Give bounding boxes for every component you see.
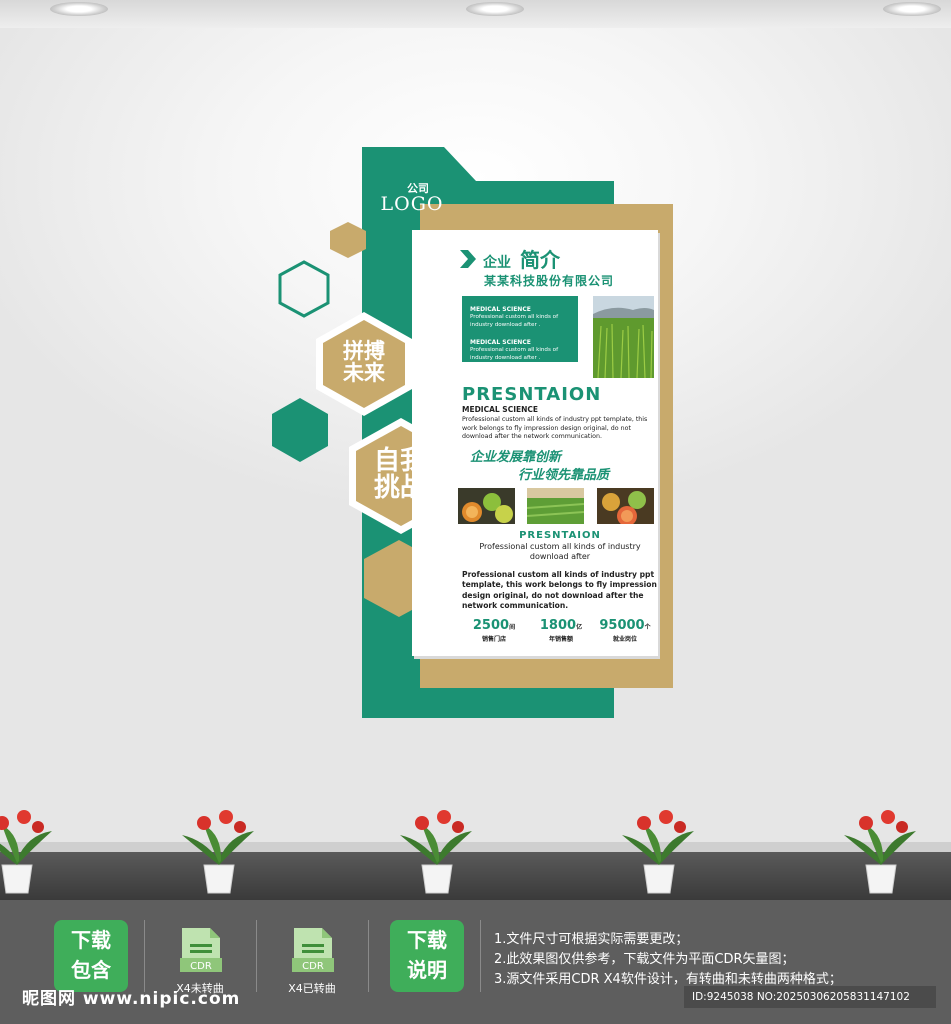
cdr-file-icon[interactable]: CDR	[292, 926, 334, 974]
poster-title-prefix: 企业	[483, 255, 511, 271]
green-field-photo	[527, 488, 584, 524]
stat-stores: 2500间 销售门店	[462, 614, 526, 643]
note-line-1: 1.文件尺寸可根据实际需要更改；	[494, 932, 689, 947]
divider	[256, 920, 257, 992]
poster-title: 简介	[520, 248, 560, 272]
file-label-converted: X4已转曲	[288, 982, 336, 995]
hexagon-outline-shape	[278, 260, 330, 318]
slogan-quality: 行业领先靠品质	[518, 468, 610, 483]
presentation-subheading: PRESNTAION	[519, 530, 601, 541]
download-contents-badge: 下载 包含	[54, 920, 128, 992]
hex-slogan-1: 拼搏 未来	[343, 338, 385, 386]
site-watermark: 昵图网 www.nipic.com	[22, 989, 241, 1009]
logo-text: LOGO	[380, 193, 444, 215]
image-id-line: ID:9245038 NO:20250306205831147102	[684, 986, 936, 1008]
slogan-innovation: 企业发展靠创新	[470, 450, 562, 465]
stat-value: 2500	[472, 618, 510, 633]
detail-paragraph: Professional custom all kinds of industr…	[462, 570, 657, 610]
presentation-heading: PRESNTAION	[462, 384, 602, 405]
cdr-file-icon-text: CDR	[190, 961, 212, 972]
stat-sales: 1800亿 年销售额	[530, 614, 592, 643]
rice-field-photo	[593, 296, 654, 378]
info-box-text-2: Professional custom all kinds of industr…	[470, 347, 559, 361]
medical-science-label: MEDICAL SCIENCE	[462, 405, 539, 414]
info-box-text-1: Professional custom all kinds of industr…	[470, 314, 559, 328]
note-line-3: 3.源文件采用CDR X4软件设计，有转曲和未转曲两种格式；	[494, 972, 842, 987]
melon-photo	[597, 488, 654, 524]
hexagon-shape	[272, 398, 328, 462]
cdr-file-icon-text: CDR	[302, 961, 324, 972]
stat-label: 年销售额	[548, 636, 573, 643]
intro-paragraph: Professional custom all kinds of industr…	[462, 416, 648, 440]
stat-label: 就业岗位	[612, 636, 637, 643]
info-box-title-1: MEDICAL SCIENCE	[470, 306, 531, 313]
stat-unit: 亿	[576, 624, 583, 631]
stat-value: 95000	[599, 618, 645, 633]
company-name: 某某科技股份有限公司	[484, 274, 615, 288]
cdr-file-icon[interactable]: CDR	[180, 926, 222, 974]
divider	[480, 920, 481, 992]
subheading-text: Professional custom all kinds of industr…	[479, 542, 641, 562]
stat-value: 1800	[539, 618, 577, 633]
stat-jobs: 95000个 就业岗位	[592, 614, 658, 643]
divider	[144, 920, 145, 992]
stat-label: 销售门店	[481, 636, 506, 643]
chevron-right-icon	[460, 250, 476, 268]
stat-unit: 间	[509, 624, 516, 631]
stat-unit: 个	[644, 624, 651, 631]
info-box-title-2: MEDICAL SCIENCE	[470, 339, 531, 346]
hexagon-shape	[330, 222, 366, 258]
download-notes-badge: 下载 说明	[390, 920, 464, 992]
fruit-photo	[458, 488, 515, 524]
divider	[368, 920, 369, 992]
note-line-2: 2.此效果图仅供参考，下载文件为平面CDR矢量图；	[494, 952, 795, 967]
